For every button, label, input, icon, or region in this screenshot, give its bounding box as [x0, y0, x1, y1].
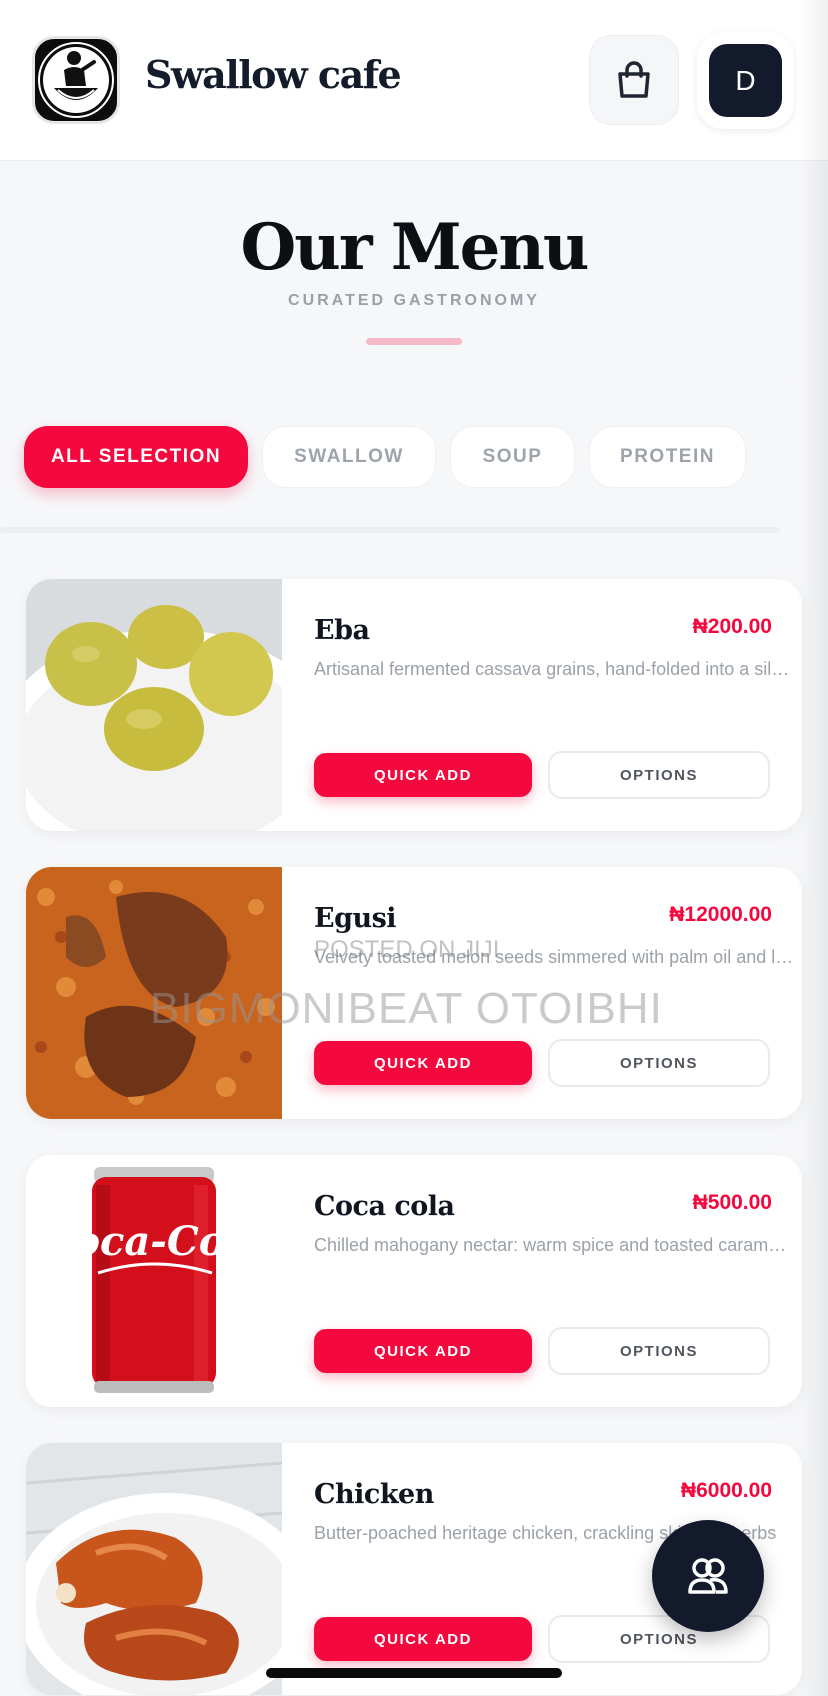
- item-name: Egusi: [314, 903, 397, 934]
- item-price: ₦500.00: [692, 1191, 772, 1214]
- options-button[interactable]: OPTIONS: [548, 751, 770, 799]
- options-button[interactable]: OPTIONS: [548, 1327, 770, 1375]
- page-subtitle: CURATED GASTRONOMY: [288, 292, 540, 309]
- home-indicator[interactable]: [266, 1668, 562, 1678]
- quick-add-button[interactable]: QUICK ADD: [314, 1617, 532, 1661]
- filter-all-selection[interactable]: ALL SELECTION: [24, 426, 248, 488]
- item-price: ₦6000.00: [680, 1479, 772, 1502]
- filter-scrollbar[interactable]: [0, 527, 780, 533]
- quick-add-button[interactable]: QUICK ADD: [314, 1329, 532, 1373]
- quick-add-button[interactable]: QUICK ADD: [314, 1041, 532, 1085]
- category-filters: ALL SELECTION SWALLOW SOUP PROTEIN: [0, 426, 828, 488]
- title-underline: [366, 338, 462, 345]
- item-description: Artisanal fermented cassava grains, hand…: [314, 659, 794, 679]
- filter-soup[interactable]: SOUP: [450, 426, 575, 488]
- item-name: Eba: [314, 615, 370, 646]
- shopping-bag-icon: [618, 61, 650, 98]
- options-button[interactable]: OPTIONS: [548, 1039, 770, 1087]
- profile-button[interactable]: D: [697, 32, 794, 129]
- watermark-line-1: POSTED ON JIJI: [314, 936, 500, 963]
- item-price: ₦200.00: [692, 615, 772, 638]
- cart-button[interactable]: [589, 35, 679, 125]
- coca-cola-image: Coca-Cola: [26, 1155, 282, 1407]
- brand-name: Swallow cafe: [145, 52, 402, 97]
- eba-image: [26, 579, 282, 831]
- page-title: Our Menu: [240, 210, 590, 285]
- item-name: Coca cola: [314, 1191, 455, 1222]
- item-price: ₦12000.00: [669, 903, 772, 926]
- app-header: Swallow cafe D: [0, 0, 828, 160]
- cafe-logo[interactable]: [32, 36, 120, 124]
- users-icon: [688, 1558, 728, 1594]
- item-description: Chilled mahogany nectar: warm spice and …: [314, 1235, 794, 1255]
- avatar: D: [709, 44, 782, 117]
- chicken-image: [26, 1443, 282, 1695]
- quick-add-button[interactable]: QUICK ADD: [314, 753, 532, 797]
- watermark-line-2: BIGMONIBEAT OTOIBHI: [150, 984, 663, 1033]
- filter-swallow[interactable]: SWALLOW: [262, 426, 436, 488]
- logo-emblem-icon: [38, 42, 114, 118]
- svg-text:Coca-Cola: Coca-Cola: [41, 1218, 266, 1265]
- filter-protein[interactable]: PROTEIN: [589, 426, 746, 488]
- menu-card-eba[interactable]: Eba ₦200.00 Artisanal fermented cassava …: [26, 579, 802, 831]
- community-fab-button[interactable]: [652, 1520, 764, 1632]
- menu-card-coca-cola[interactable]: Coca-Cola Coca cola ₦500.00 Chilled maho…: [26, 1155, 802, 1407]
- item-name: Chicken: [314, 1479, 434, 1510]
